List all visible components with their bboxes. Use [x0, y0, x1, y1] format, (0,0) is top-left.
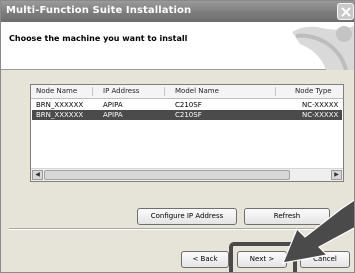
installer-window: Multi-Function Suite Installation Choose…: [0, 0, 355, 273]
pointer-arrow-icon: [282, 199, 354, 264]
